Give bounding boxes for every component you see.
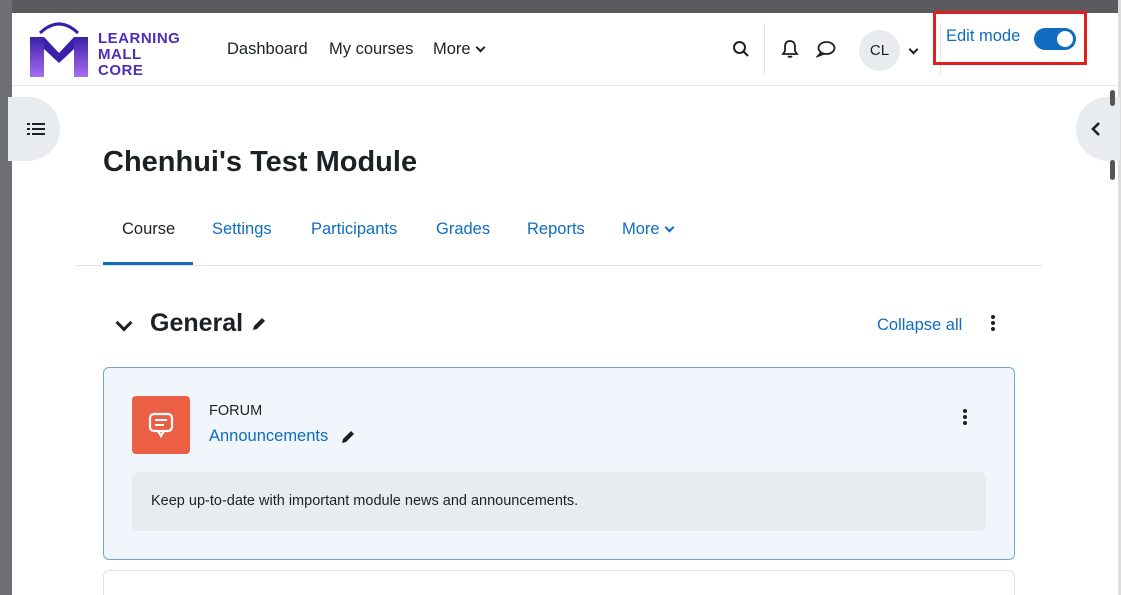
tab-reports[interactable]: Reports [527,220,585,239]
learning-mall-logo-icon[interactable] [28,19,90,81]
activity-description-text: Keep up-to-date with important module ne… [151,493,579,509]
tab-settings[interactable]: Settings [212,220,272,239]
edit-mode-toggle[interactable] [1034,28,1076,50]
navbar-divider [764,23,765,75]
scrollbar-thumb[interactable] [1110,90,1115,106]
active-tab-indicator [103,262,193,265]
course-secondary-nav: Course Settings Participants Grades Repo… [76,205,1042,266]
chevron-down-icon [475,42,486,53]
chat-bubble-icon [816,41,836,58]
messages-button[interactable] [813,36,839,62]
activity-card-forum: FORUM Announcements Keep up-to-date with… [103,367,1015,560]
bell-icon [781,40,799,58]
brand-name[interactable]: LEARNING MALL CORE [98,31,180,79]
activity-description: Keep up-to-date with important module ne… [132,472,986,531]
tab-participants[interactable]: Participants [311,220,397,239]
tab-grades[interactable]: Grades [436,220,490,239]
activity-actions-kebab-icon[interactable] [962,409,968,425]
section-actions-kebab-icon[interactable] [990,315,996,331]
window-frame-left [0,0,12,595]
block-drawer-toggle[interactable] [1076,97,1120,161]
user-menu-chevron[interactable] [908,43,919,61]
edit-pencil-icon[interactable] [250,315,268,333]
scrollbar-thumb[interactable] [1110,160,1115,180]
activity-name-link[interactable]: Announcements [209,427,357,446]
section-collapse-chevron-icon[interactable] [115,314,133,332]
activity-type-label: FORUM [209,403,263,419]
edit-mode-label: Edit mode [946,27,1021,45]
tab-course[interactable]: Course [122,220,175,239]
nav-more-menu[interactable]: More [433,40,486,59]
search-button[interactable] [728,36,754,62]
forum-icon[interactable] [132,396,190,454]
page-title: Chenhui's Test Module [103,146,418,178]
edit-pencil-icon[interactable] [339,428,357,446]
speech-bubble-icon [148,412,174,439]
course-index-drawer-toggle[interactable] [8,97,60,161]
chevron-down-icon [908,44,919,55]
nav-my-courses-link[interactable]: My courses [329,40,413,59]
activity-card-next [103,570,1015,595]
chevron-left-icon [1091,122,1100,136]
collapse-all-link[interactable]: Collapse all [877,316,962,335]
notifications-button[interactable] [777,36,803,62]
chevron-down-icon [664,222,675,233]
search-icon [733,41,749,57]
list-icon [27,123,45,135]
user-avatar[interactable]: CL [859,30,900,71]
section-title: General [150,309,268,338]
nav-dashboard-link[interactable]: Dashboard [227,40,308,59]
tab-more[interactable]: More [622,220,675,239]
